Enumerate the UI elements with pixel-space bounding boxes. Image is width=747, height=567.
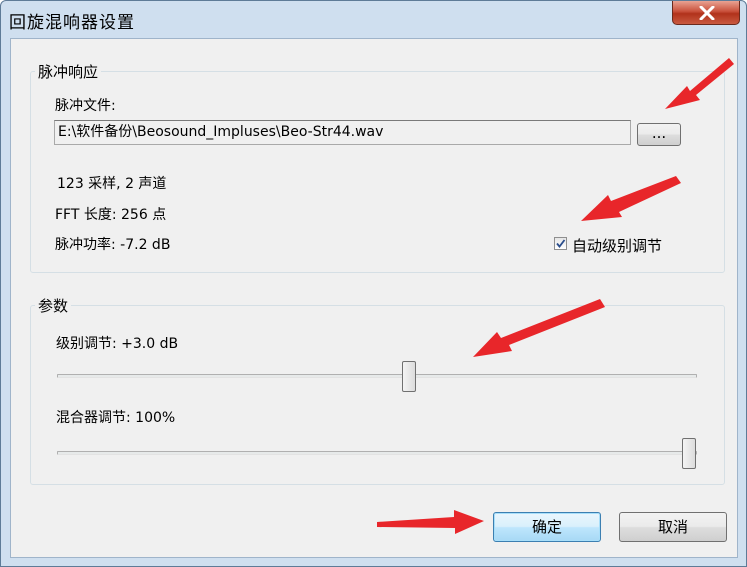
ok-button[interactable]: 确定 xyxy=(493,512,601,542)
mixer-slider-track[interactable] xyxy=(57,451,697,455)
cancel-button[interactable]: 取消 xyxy=(619,512,727,542)
level-slider-thumb[interactable] xyxy=(402,361,416,392)
title-bar: 回旋混响器设置 xyxy=(1,1,746,37)
window-title: 回旋混响器设置 xyxy=(9,13,135,33)
ok-button-label: 确定 xyxy=(531,518,562,536)
impulse-file-path-field[interactable]: E:\软件备份\Beosound_Impluses\Beo-Str44.wav xyxy=(54,120,631,145)
browse-button-label: ... xyxy=(651,124,667,142)
parameters-group: 参数 xyxy=(30,295,725,485)
mixer-adjust-label: 混合器调节: 100% xyxy=(56,410,176,426)
checkmark-icon xyxy=(556,239,566,248)
cancel-button-label: 取消 xyxy=(657,518,688,536)
close-button[interactable] xyxy=(672,1,740,25)
browse-button[interactable]: ... xyxy=(637,123,681,146)
auto-level-label[interactable]: 自动级别调节 xyxy=(572,235,662,256)
close-icon xyxy=(699,6,715,20)
auto-level-checkbox[interactable] xyxy=(554,237,567,250)
fft-length-info: FFT 长度: 256 点 xyxy=(55,207,167,223)
impulse-power-info: 脉冲功率: -7.2 dB xyxy=(55,237,171,253)
level-slider-track[interactable] xyxy=(57,374,697,378)
impulse-group-title: 脉冲响应 xyxy=(35,61,102,82)
mixer-slider-thumb[interactable] xyxy=(682,438,696,469)
parameters-group-title: 参数 xyxy=(35,295,72,316)
impulse-file-label: 脉冲文件: xyxy=(55,98,116,114)
dialog-body: 脉冲响应 脉冲文件: E:\软件备份\Beosound_Impluses\Beo… xyxy=(10,38,738,558)
samples-info: 123 采样, 2 声道 xyxy=(57,176,167,192)
level-adjust-label: 级别调节: +3.0 dB xyxy=(56,336,179,352)
settings-dialog: 回旋混响器设置 脉冲响应 脉冲文件: E:\软件备份\Beosound_Impl… xyxy=(0,0,747,567)
